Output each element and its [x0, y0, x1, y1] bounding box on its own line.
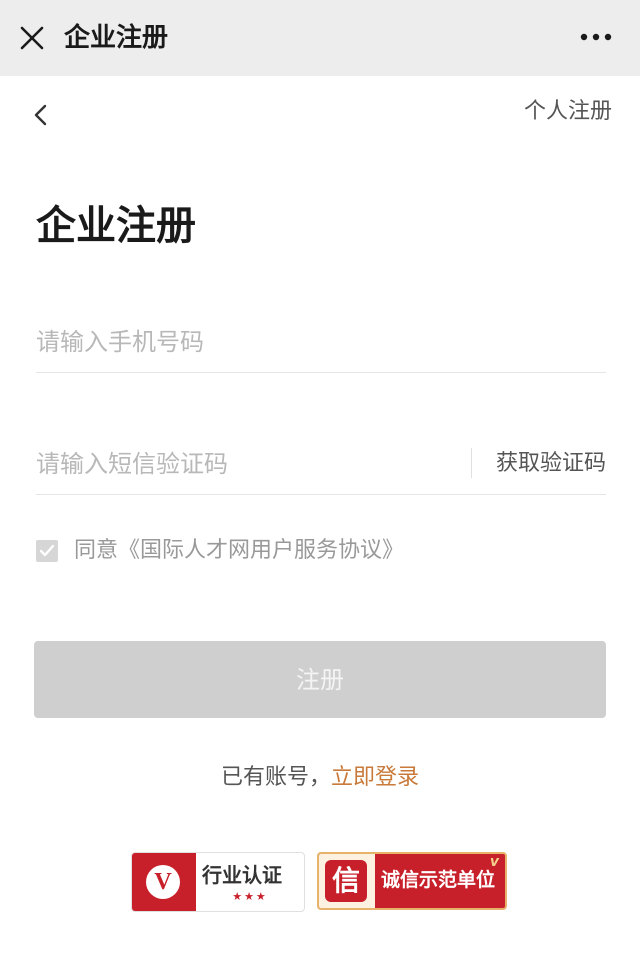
- credit-badge-label: 诚信示范单位: [381, 869, 496, 891]
- phone-field: [36, 312, 606, 373]
- get-code-button[interactable]: 获取验证码: [496, 446, 606, 482]
- rating-stars: ★★★: [232, 890, 268, 903]
- register-button[interactable]: 注册: [34, 641, 606, 718]
- badge-logo: 信: [319, 854, 375, 908]
- sms-code-field: 获取验证码: [36, 434, 606, 495]
- industry-certification-badge[interactable]: V 行业认证 ★★★: [131, 852, 305, 912]
- title-bar: 企业注册: [0, 0, 640, 76]
- v-logo-icon: V: [146, 865, 180, 899]
- xin-logo-icon: 信: [325, 860, 367, 902]
- page-title: 企业注册: [36, 203, 196, 249]
- industry-badge-label: 行业认证: [202, 863, 282, 887]
- v-mark-icon: v: [489, 854, 499, 870]
- integrity-badge[interactable]: 信 诚信示范单位 v: [317, 852, 507, 910]
- window-title: 企业注册: [64, 23, 169, 53]
- agreement-checkbox[interactable]: [36, 540, 58, 562]
- checkmark-icon: [39, 544, 55, 557]
- login-link[interactable]: 立即登录: [331, 765, 419, 790]
- close-icon[interactable]: [18, 24, 46, 52]
- more-icon[interactable]: [580, 32, 612, 42]
- divider: [471, 448, 472, 478]
- sms-code-input[interactable]: [36, 434, 436, 494]
- login-prompt-text: 已有账号，: [220, 765, 331, 790]
- chevron-left-icon[interactable]: [30, 100, 54, 130]
- login-prompt: 已有账号，立即登录: [0, 762, 640, 794]
- agreement-text[interactable]: 同意《国际人才网用户服务协议》: [74, 536, 404, 566]
- phone-input[interactable]: [36, 312, 436, 372]
- personal-register-link[interactable]: 个人注册: [524, 96, 612, 128]
- badge-logo: V: [132, 853, 196, 911]
